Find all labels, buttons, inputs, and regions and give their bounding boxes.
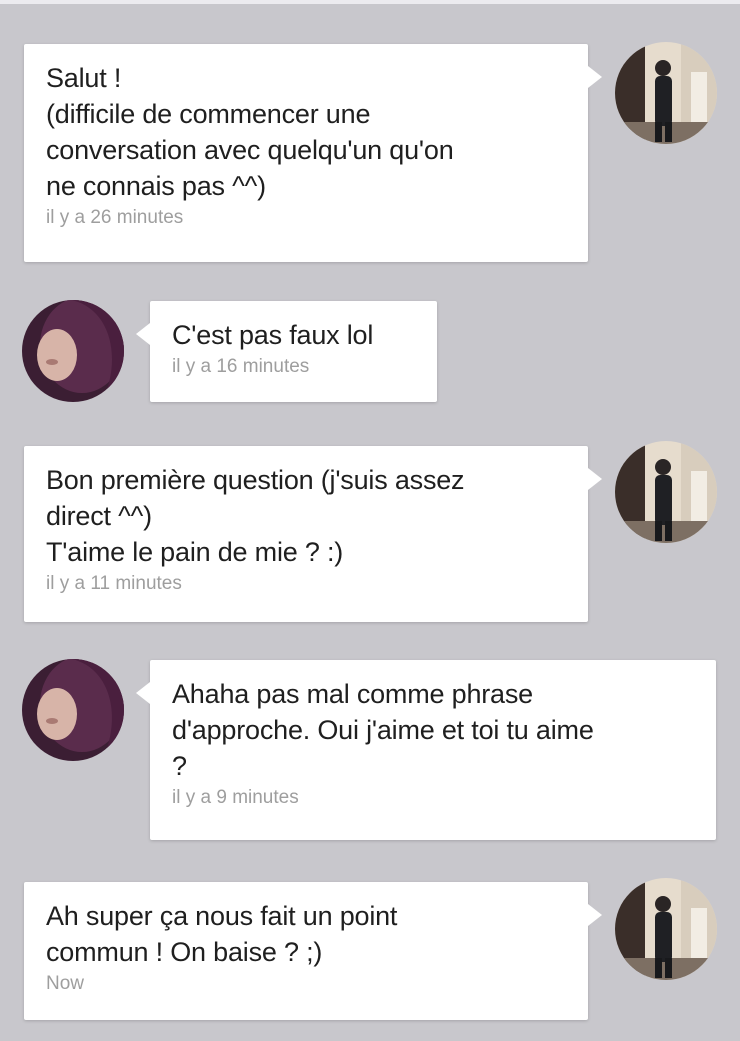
message-timestamp: il y a 26 minutes (46, 207, 184, 228)
conversation-thread[interactable]: Salut ! (difficile de commencer une conv… (0, 0, 740, 1041)
avatar-photo-man-icon[interactable] (615, 42, 717, 144)
message-bubble[interactable]: Salut ! (difficile de commencer une conv… (24, 44, 602, 262)
avatar-photo-man-icon[interactable] (615, 441, 717, 543)
message-timestamp: il y a 11 minutes (46, 573, 182, 594)
message-bubble[interactable]: Bon première question (j'suis assez dire… (24, 446, 602, 622)
avatar-photo-man-icon[interactable] (615, 878, 717, 980)
message-text: C'est pas faux lol (172, 320, 374, 350)
message-bubble[interactable]: Ahaha pas mal comme phrase d'approche. O… (136, 660, 716, 840)
message-text: Salut ! (difficile de commencer une conv… (46, 63, 454, 201)
message-bubble[interactable]: Ah super ça nous fait un point commun ! … (24, 882, 602, 1020)
message-timestamp: il y a 16 minutes (172, 356, 310, 377)
message-text: Bon première question (j'suis assez dire… (46, 465, 465, 567)
message-text: Ahaha pas mal comme phrase d'approche. O… (172, 679, 594, 781)
message-bubble[interactable]: C'est pas faux lol il y a 16 minutes (136, 301, 437, 402)
avatar-photo-woman-icon[interactable] (22, 659, 124, 761)
message-timestamp: il y a 9 minutes (172, 787, 299, 808)
message-text: Ah super ça nous fait un point commun ! … (46, 901, 398, 967)
avatar-photo-woman-icon[interactable] (22, 300, 124, 402)
message-timestamp: Now (46, 973, 85, 994)
